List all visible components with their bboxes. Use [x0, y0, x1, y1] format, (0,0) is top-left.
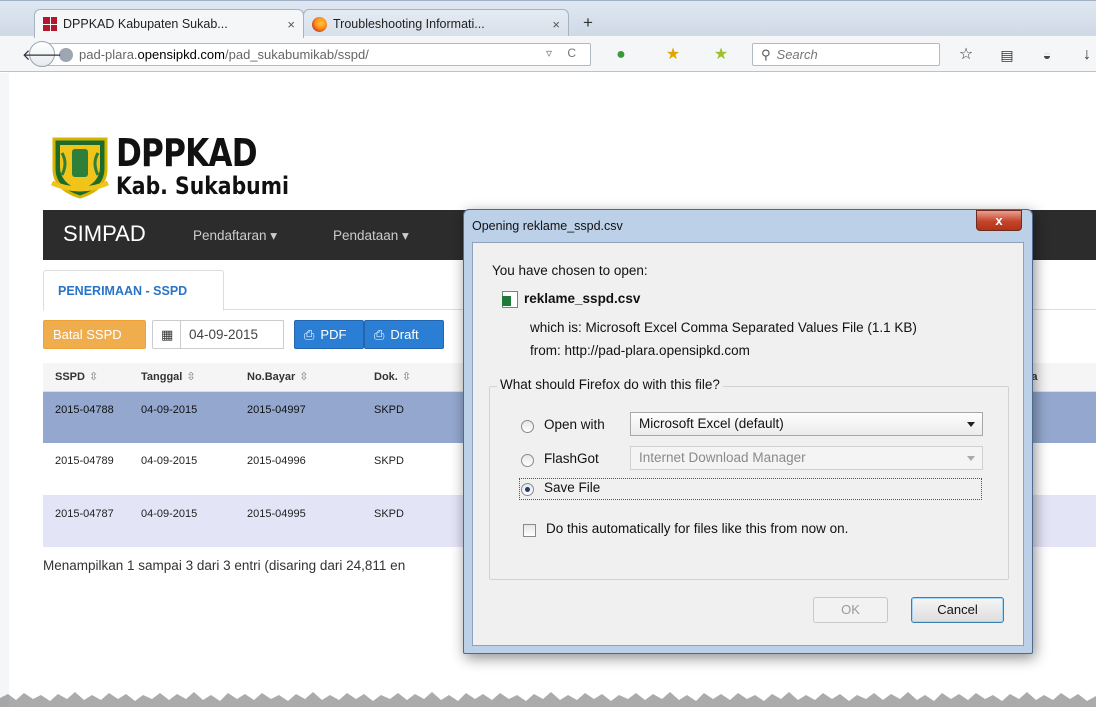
search-input[interactable]: ⚲ Search [752, 43, 940, 66]
cell-tanggal: 04-09-2015 [129, 391, 235, 443]
print-icon: ⎙ [374, 326, 385, 342]
browser-tabstrip: DPPKAD Kabupaten Sukab... × Troubleshoot… [0, 0, 1096, 38]
logo-subtitle: Kab. Sukabumi [116, 172, 289, 200]
table-info: Menampilkan 1 sampai 3 dari 3 entri (dis… [43, 558, 406, 573]
cell-no-bayar: 2015-04995 [235, 495, 362, 547]
tab-close-icon[interactable]: × [546, 17, 560, 32]
col-sspd[interactable]: SSPD ⇳ [43, 363, 129, 392]
tab-title: Troubleshooting Informati... [333, 17, 485, 31]
cancel-button[interactable]: Cancel [911, 597, 1004, 623]
draft-button[interactable]: ⎙ Draft [364, 320, 444, 349]
dialog-title: Opening reklame_sspd.csv [472, 219, 623, 233]
chosen-text: You have chosen to open: [492, 263, 648, 278]
dialog-body: You have chosen to open: reklame_sspd.cs… [472, 242, 1024, 646]
addon-green-icon[interactable]: ● [612, 46, 630, 64]
csv-file-icon [502, 291, 518, 308]
url-prefix: pad-plara. [79, 47, 138, 62]
open-with-radio[interactable] [521, 420, 534, 433]
tab-close-icon[interactable]: × [281, 17, 295, 32]
calendar-icon[interactable]: ▦ [152, 320, 181, 349]
pdf-button[interactable]: ⎙ PDF [294, 320, 364, 349]
open-with-label[interactable]: Open with [544, 417, 605, 432]
cell-no-bayar: 2015-04997 [235, 391, 362, 443]
cell-dok: SKPD [362, 391, 452, 443]
chevron-down-icon [967, 456, 975, 461]
col-tanggal[interactable]: Tanggal ⇳ [129, 363, 235, 392]
url-host: opensipkd.com [137, 47, 225, 62]
action-question: What should Firefox do with this file? [497, 377, 723, 392]
open-with-value: Microsoft Excel (default) [639, 416, 784, 431]
download-dialog: Opening reklame_sspd.csv x You have chos… [463, 209, 1033, 654]
tab-dppkad[interactable]: DPPKAD Kabupaten Sukab... × [34, 9, 304, 38]
logo-title: DPPKAD [116, 131, 258, 175]
search-icon: ⚲ [761, 46, 771, 62]
ok-button[interactable]: OK [813, 597, 888, 623]
navigation-toolbar: pad-plara. opensipkd.com/pad_sukabumikab/… [0, 36, 1096, 72]
search-placeholder: Search [776, 47, 818, 62]
date-input[interactable]: 04-09-2015 [180, 320, 284, 349]
download-icon[interactable]: ↓ [1078, 46, 1096, 64]
sort-icon: ⇳ [299, 371, 309, 384]
pdf-label: PDF [320, 327, 347, 342]
new-tab-button[interactable]: + [583, 13, 593, 33]
cell-sspd: 2015-04788 [43, 391, 129, 443]
cell-sspd: 2015-04789 [43, 443, 129, 496]
torn-edge-divider [0, 692, 1096, 707]
draft-label: Draft [390, 327, 419, 342]
file-type: which is: Microsoft Excel Comma Separate… [530, 320, 917, 335]
url-bar[interactable]: pad-plara. opensipkd.com/pad_sukabumikab/… [47, 43, 591, 66]
tab-penerimaan-sspd[interactable]: PENERIMAAN - SSPD [43, 270, 224, 311]
cell-tanggal: 04-09-2015 [129, 443, 235, 496]
nav-pendaftaran[interactable]: Pendaftaran ▾ [193, 228, 277, 244]
brand-link[interactable]: SIMPAD [63, 221, 146, 247]
flashgot-select[interactable]: Internet Download Manager [630, 446, 983, 470]
cell-no-bayar: 2015-04996 [235, 443, 362, 496]
bookmark-icon[interactable]: ☆ [957, 46, 975, 64]
auto-checkbox[interactable] [523, 524, 536, 537]
back-button[interactable]: 🡐 [22, 41, 62, 67]
sort-icon: ⇳ [401, 371, 412, 384]
cell-dok: SKPD [362, 495, 452, 547]
flashgot-label[interactable]: FlashGot [544, 451, 599, 466]
tab-troubleshooting[interactable]: Troubleshooting Informati... × [303, 9, 569, 38]
sukabumi-emblem-icon [51, 137, 109, 199]
col-no-bayar[interactable]: No.Bayar ⇳ [235, 363, 362, 392]
save-file-radio[interactable] [521, 483, 534, 496]
print-icon: ⎙ [304, 326, 315, 342]
pocket-icon[interactable]: ◒ [1038, 46, 1056, 64]
star-icon[interactable]: ★ [664, 46, 682, 64]
bookmark-star-icon[interactable]: ★ [712, 46, 730, 64]
tab-title: DPPKAD Kabupaten Sukab... [63, 17, 228, 31]
cell-tanggal: 04-09-2015 [129, 495, 235, 547]
open-with-select[interactable]: Microsoft Excel (default) [630, 412, 983, 436]
site-favicon-icon [43, 17, 57, 31]
url-path: /pad_sukabumikab/sspd/ [225, 47, 369, 62]
firefox-icon [312, 16, 327, 32]
nav-pendataan[interactable]: Pendataan ▾ [333, 228, 409, 244]
flashgot-value: Internet Download Manager [639, 450, 806, 465]
file-source: from: http://pad-plara.opensipkd.com [530, 343, 750, 358]
flashgot-radio[interactable] [521, 454, 534, 467]
auto-label[interactable]: Do this automatically for files like thi… [546, 521, 848, 536]
cell-sspd: 2015-04787 [43, 495, 129, 547]
save-file-label[interactable]: Save File [544, 480, 600, 495]
file-name: reklame_sspd.csv [524, 291, 641, 306]
batal-sspd-button[interactable]: Batal SSPD [43, 320, 146, 349]
sort-icon: ⇳ [186, 371, 196, 384]
col-dok[interactable]: Dok. ⇳ [362, 363, 452, 392]
cell-dok: SKPD [362, 443, 452, 496]
reload-icon[interactable]: ▿ C [546, 46, 582, 60]
sort-icon: ⇳ [88, 371, 99, 384]
dialog-close-button[interactable]: x [976, 210, 1022, 231]
chevron-down-icon [967, 422, 975, 427]
reading-list-icon[interactable]: ▤ [998, 46, 1016, 64]
site-logo[interactable]: DPPKAD Kab. Sukabumi [48, 128, 319, 204]
